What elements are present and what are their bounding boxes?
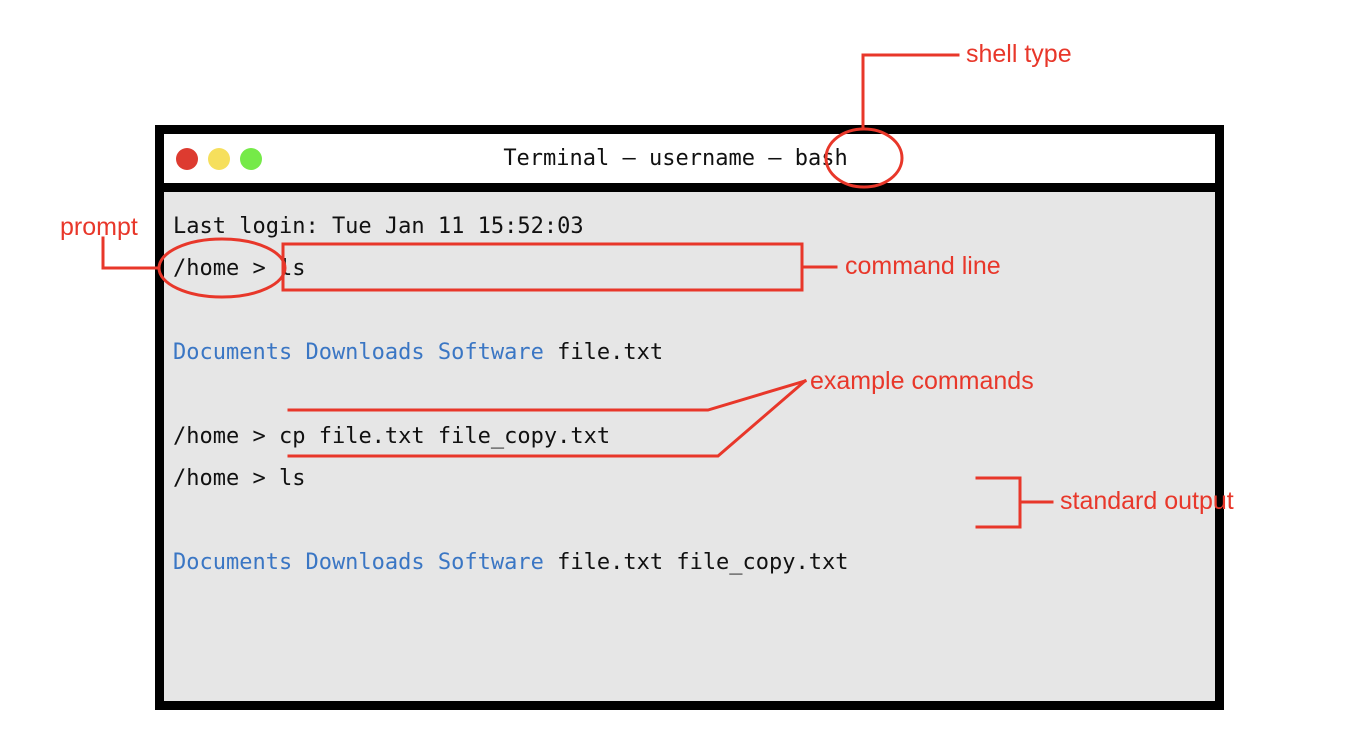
- annotation-label-shell-type: shell type: [966, 40, 1072, 68]
- close-button-icon[interactable]: [176, 147, 198, 170]
- minimize-button-icon[interactable]: [208, 147, 230, 170]
- terminal-line-blank-2: [173, 374, 1215, 416]
- window-controls[interactable]: [176, 147, 262, 170]
- output-files-1: file.txt: [543, 340, 664, 365]
- output-directories-1: Documents Downloads Software: [173, 340, 544, 365]
- maximize-button-icon[interactable]: [240, 147, 262, 170]
- terminal-line-command-ls-2: /home > ls: [173, 458, 1215, 500]
- terminal-titlebar: Terminal – username – bash: [164, 134, 1215, 183]
- prompt-leader-line: [101, 236, 161, 270]
- command-text-ls-2: ls: [278, 466, 306, 491]
- command-text-cp: cp file.txt file_copy.txt: [278, 424, 611, 449]
- terminal-line-output-ls-1: Documents Downloads Software file.txt: [173, 332, 1215, 374]
- shell-prompt: /home >: [173, 466, 279, 491]
- output-files-2: file.txt file_copy.txt: [543, 550, 849, 575]
- terminal-line-blank-3: [173, 500, 1215, 542]
- shell-prompt: /home >: [173, 256, 279, 281]
- terminal-line-command-ls-1: /home > ls: [173, 248, 1215, 290]
- annotation-label-command-line: command line: [845, 252, 1001, 280]
- window-title: Terminal – username – bash: [503, 146, 848, 171]
- terminal-line-command-cp: /home > cp file.txt file_copy.txt: [173, 416, 1215, 458]
- terminal-window: Terminal – username – bash Last login: T…: [155, 125, 1224, 710]
- shell-type-leader-line: [861, 53, 960, 131]
- annotation-label-example-commands: example commands: [810, 367, 1034, 395]
- shell-prompt: /home >: [173, 424, 279, 449]
- output-directories-2: Documents Downloads Software: [173, 550, 544, 575]
- terminal-line-last-login: Last login: Tue Jan 11 15:52:03: [173, 214, 584, 239]
- annotation-label-prompt: prompt: [60, 213, 138, 241]
- terminal-line-output-ls-2: Documents Downloads Software file.txt fi…: [173, 542, 1215, 584]
- diagram-stage: Terminal – username – bash Last login: T…: [0, 0, 1362, 746]
- terminal-output-area[interactable]: Last login: Tue Jan 11 15:52:03 /home > …: [164, 192, 1215, 701]
- annotation-label-standard-output: standard output: [1060, 487, 1234, 515]
- terminal-line-blank-1: [173, 290, 1215, 332]
- command-text-ls-1: ls: [278, 256, 306, 281]
